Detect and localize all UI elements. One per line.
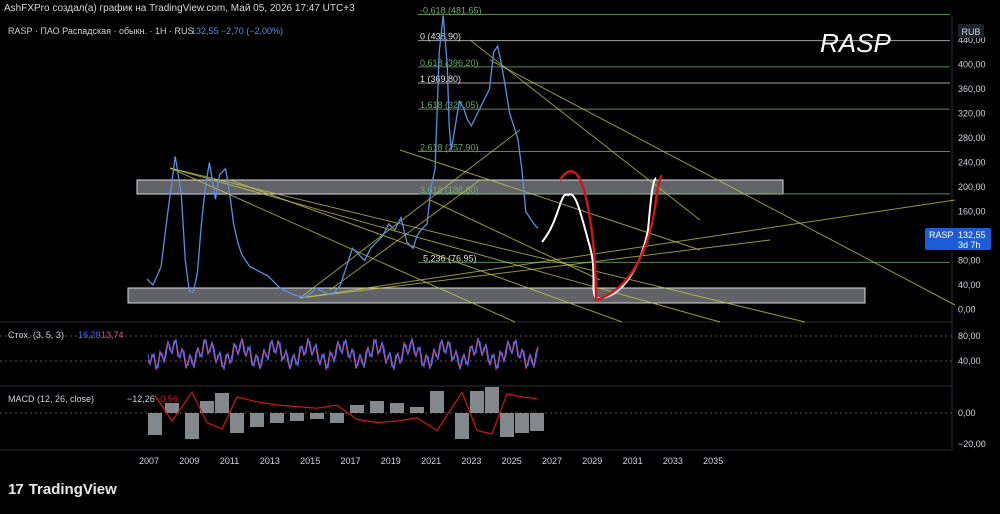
grid: [0, 16, 953, 451]
legend-price: 132,55: [191, 26, 219, 36]
tradingview-logo-mark: 17: [8, 481, 24, 498]
macd-histogram-bar: [330, 413, 344, 423]
macd-histogram-bar: [310, 413, 324, 419]
x-tick-label: 2027: [542, 456, 562, 466]
fib-level-label: -0,618 (481,65): [420, 5, 482, 15]
x-tick-label: 2031: [623, 456, 643, 466]
x-tick-label: 2015: [300, 456, 320, 466]
symbol-legend: RASP · ПАО Распадская · обыкн. · 1H · RU…: [8, 26, 194, 36]
x-tick-label: 2017: [340, 456, 360, 466]
macd-histogram-bar: [390, 403, 404, 413]
macd-hist-value: −12,26: [127, 394, 155, 404]
stoch-k-value: 16,29: [78, 330, 101, 340]
indicator-panes: Стох. (3, 5, 3) 16,29 13,74 MACD (12, 26, c…: [0, 330, 952, 439]
stoch-d-value: 13,74: [101, 330, 124, 340]
watermark-text: RASP: [820, 28, 891, 58]
y-tick-label: 80,00: [958, 256, 981, 266]
macd-histogram-bar: [410, 407, 424, 413]
y-tick-label: 160,00: [958, 207, 986, 217]
y-tick-label: 320,00: [958, 109, 986, 119]
x-tick-label: 2009: [179, 456, 199, 466]
axes: 440,00400,00360,00320,00280,00240,00200,…: [139, 24, 991, 466]
macd-histogram-bar: [500, 413, 514, 437]
x-tick-label: 2023: [461, 456, 481, 466]
fib-level-label: 3,618 (188,80): [420, 185, 479, 195]
tradingview-brand-text: TradingView: [28, 481, 117, 498]
macd-signal-value: −0,56: [155, 394, 178, 404]
macd-histogram-bar: [430, 391, 444, 413]
macd-histogram-bar: [200, 401, 214, 413]
trendline[interactable]: [299, 199, 956, 299]
y-tick-label: 240,00: [958, 158, 986, 168]
tradingview-logo[interactable]: 17 TradingView: [8, 481, 117, 498]
price-tag-value: 132,55: [958, 230, 986, 240]
currency-label: RUB: [961, 27, 980, 37]
x-tick-label: 2007: [139, 456, 159, 466]
price-tag-countdown: 3d 7h: [958, 240, 981, 250]
y-tick-label: 0,00: [958, 305, 976, 315]
macd-histogram-bar: [530, 413, 544, 431]
macd-tick-label: −20,00: [958, 439, 986, 449]
fib-level-label: 0,618 (396,20): [420, 58, 479, 68]
macd-histogram-bar: [290, 413, 304, 421]
macd-histogram-bar: [470, 391, 484, 413]
macd-histogram-bar: [148, 413, 162, 435]
x-tick-label: 2013: [260, 456, 280, 466]
stoch-tick-label: 80,00: [958, 331, 981, 341]
x-tick-label: 2019: [381, 456, 401, 466]
macd-histogram-bar: [185, 413, 199, 439]
macd-histogram-bar: [270, 413, 284, 423]
chart-canvas[interactable]: -0,618 (481,65)0 (438,90)0,618 (396,20)1…: [0, 0, 1000, 514]
macd-histogram-bar: [455, 413, 469, 439]
y-tick-label: 40,00: [958, 280, 981, 290]
macd-histogram-bar: [370, 401, 384, 413]
stoch-label: Стох. (3, 5, 3): [8, 330, 64, 340]
trendline[interactable]: [429, 199, 601, 281]
y-tick-label: 360,00: [958, 84, 986, 94]
macd-histogram-bar: [515, 413, 529, 433]
macd-histogram-bar: [485, 387, 499, 413]
macd-histogram-bar: [165, 403, 179, 413]
macd-histogram-bar: [250, 413, 264, 427]
fib-level-label: 1 (369,80): [420, 74, 461, 84]
support-zone[interactable]: [127, 287, 866, 304]
legend-change: −2,70 (−2,00%): [221, 26, 283, 36]
x-tick-label: 2035: [703, 456, 723, 466]
y-tick-label: 280,00: [958, 133, 986, 143]
macd-histogram-bar: [215, 393, 229, 413]
x-tick-label: 2021: [421, 456, 441, 466]
macd-histogram-bar: [350, 405, 364, 413]
macd-tick-label: 0,00: [958, 408, 976, 418]
price-tag-symbol: RASP: [929, 230, 954, 240]
macd-histogram-bar: [230, 413, 244, 433]
y-tick-label: 200,00: [958, 182, 986, 192]
fib-level-label: 5,236 (76,95): [423, 253, 477, 263]
x-tick-label: 2025: [502, 456, 522, 466]
fib-level-label: 2,618 (257,90): [420, 143, 479, 153]
x-tick-label: 2033: [663, 456, 683, 466]
macd-label: MACD (12, 26, close): [8, 394, 94, 404]
x-tick-label: 2011: [220, 456, 239, 466]
y-tick-label: 400,00: [958, 60, 986, 70]
stoch-tick-label: 40,00: [958, 356, 981, 366]
x-tick-label: 2029: [582, 456, 602, 466]
